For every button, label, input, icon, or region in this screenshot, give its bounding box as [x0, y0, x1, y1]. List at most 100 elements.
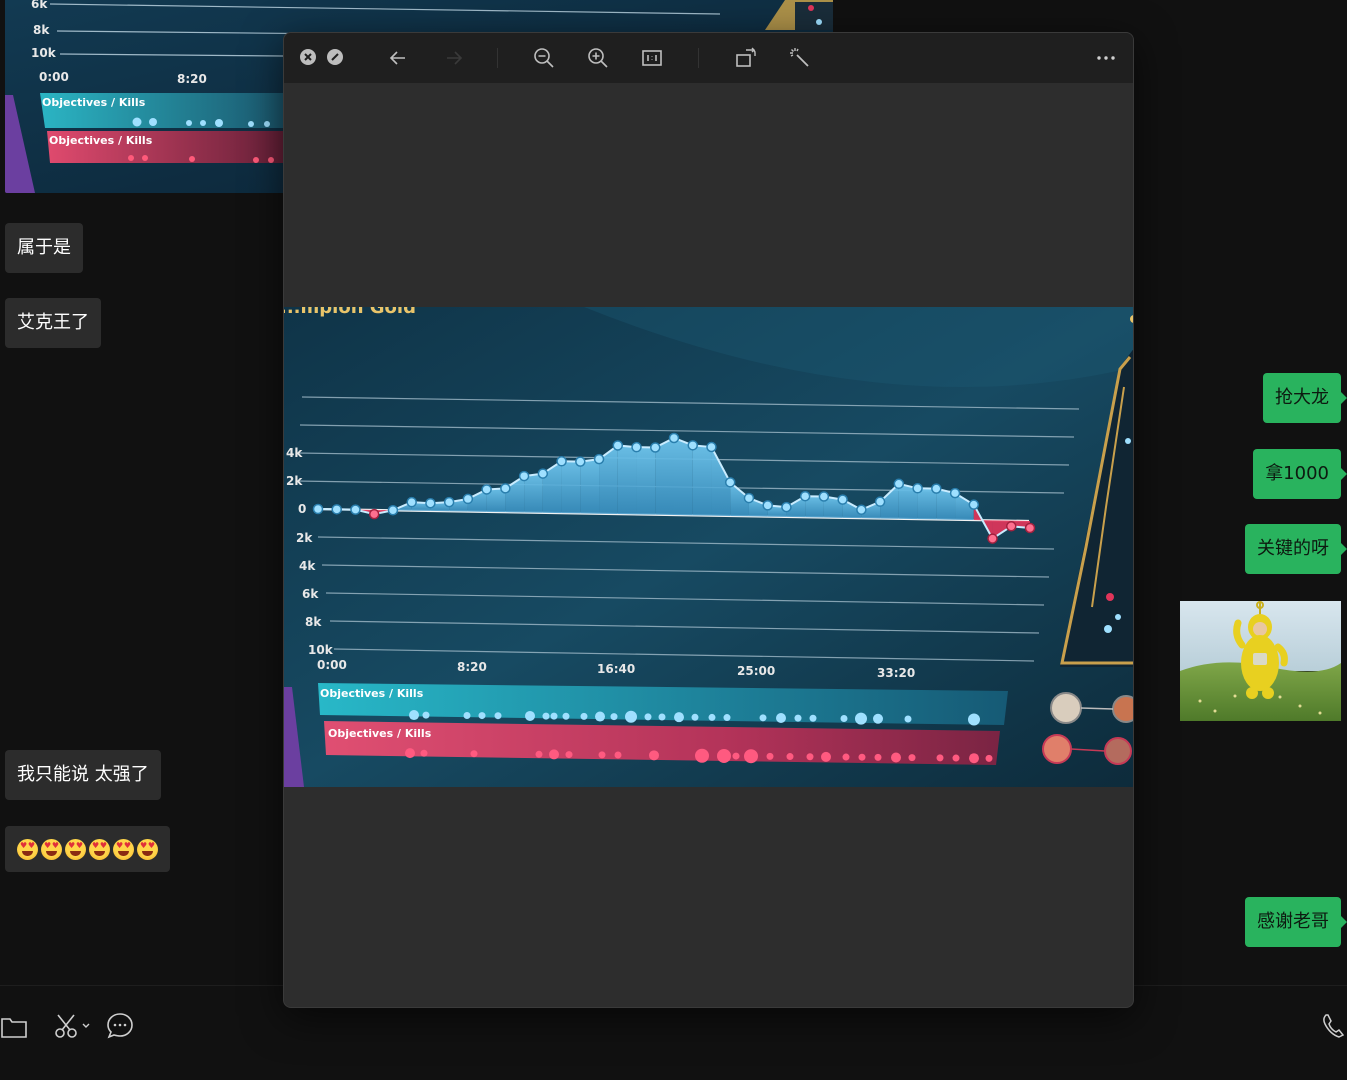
zoom-in-icon[interactable] — [586, 46, 610, 70]
lead-area-segment — [636, 447, 656, 515]
objective-marker — [968, 713, 980, 726]
message-text: 艾克王了 — [17, 312, 89, 333]
message-text: 拿1000 — [1265, 463, 1329, 484]
data-point — [837, 494, 848, 505]
data-point — [968, 499, 980, 510]
data-point — [1006, 521, 1017, 532]
thumb-xtick-1: 0:00 — [39, 70, 69, 84]
close-icon[interactable] — [300, 49, 316, 65]
data-point — [743, 492, 755, 504]
data-point — [612, 440, 624, 451]
kill-marker — [952, 754, 960, 762]
viewer-photo[interactable]: ...mpion Gold 2k 4k 0 2k 4k 6k 8k 10k 0:00 8:20 1… — [284, 307, 1133, 787]
minimize-icon[interactable] — [327, 49, 343, 65]
kill-marker — [405, 748, 415, 759]
chat-bubble-icon[interactable] — [105, 1011, 135, 1041]
star-struck-emoji-icon — [89, 838, 110, 860]
kill-marker — [717, 748, 731, 763]
magic-wand-icon[interactable] — [788, 46, 812, 70]
gold-graph-photo: ...mpion Gold 2k 4k 0 2k 4k 6k 8k 10k 0:00 8:20 1… — [284, 307, 1133, 787]
message-text: 感谢老哥 — [1257, 911, 1329, 932]
arrow-left-icon[interactable] — [386, 46, 410, 70]
data-point — [593, 453, 605, 465]
kill-marker — [565, 751, 573, 759]
message-right-3[interactable]: 关键的呀 — [1245, 524, 1347, 574]
data-point — [706, 441, 717, 453]
kill-marker — [420, 749, 428, 757]
toolbar-divider — [698, 48, 699, 68]
star-struck-emoji-icon — [137, 838, 158, 860]
more-icon[interactable] — [1094, 46, 1118, 70]
data-point — [368, 508, 380, 520]
kill-marker — [936, 754, 944, 762]
objective-marker — [478, 712, 486, 720]
message-left-1[interactable]: 属于是 — [5, 223, 83, 273]
message-right-4[interactable]: 感谢老哥 — [1245, 897, 1347, 947]
objective-marker — [776, 712, 786, 723]
data-point — [781, 501, 792, 513]
objective-marker — [723, 714, 731, 722]
y-tick-label: 2k — [296, 531, 313, 545]
data-point — [518, 470, 530, 482]
objective-marker — [674, 712, 684, 723]
data-point — [912, 483, 923, 494]
data-point — [931, 483, 942, 494]
data-point — [462, 493, 474, 505]
data-point — [893, 478, 905, 490]
data-point — [481, 484, 492, 495]
actual-size-icon[interactable] — [640, 46, 664, 70]
kill-marker — [470, 750, 478, 758]
message-right-1[interactable]: 抢大龙 — [1263, 373, 1347, 423]
data-point — [856, 504, 867, 516]
data-point — [631, 441, 642, 453]
thumb-ytick-1: 6k — [31, 0, 48, 11]
data-point — [724, 477, 736, 488]
objective-marker — [708, 713, 716, 721]
message-text: 抢大龙 — [1275, 387, 1329, 408]
arrow-right-icon[interactable] — [442, 46, 466, 70]
rotate-icon[interactable] — [734, 46, 758, 70]
message-right-2[interactable]: 拿1000 — [1253, 449, 1347, 499]
kill-marker — [842, 753, 850, 761]
star-struck-emoji-icon — [41, 838, 62, 860]
message-text: 属于是 — [17, 237, 71, 258]
objective-marker — [644, 713, 652, 721]
folder-icon[interactable] — [0, 1011, 30, 1041]
star-struck-emoji-icon — [65, 838, 86, 860]
message-left-2[interactable]: 艾克王了 — [5, 298, 101, 348]
kill-marker — [732, 752, 740, 760]
message-left-3[interactable]: 我只能说 太强了 — [5, 750, 161, 800]
data-point — [949, 487, 961, 499]
thumb-ytick-2: 8k — [33, 23, 50, 37]
kill-marker — [874, 753, 882, 761]
kill-marker — [744, 749, 758, 764]
objective-marker — [658, 713, 666, 721]
objective-marker — [625, 710, 637, 723]
data-point — [799, 490, 811, 502]
thumb-xtick-2: 8:20 — [177, 72, 207, 86]
kill-marker — [821, 751, 831, 762]
kill-marker — [985, 754, 993, 762]
data-point — [443, 496, 455, 508]
data-point — [406, 496, 417, 508]
phone-icon[interactable] — [1320, 1011, 1347, 1041]
kill-marker — [786, 753, 794, 761]
data-point — [874, 496, 886, 507]
objective-marker — [550, 712, 558, 720]
data-point — [556, 456, 567, 467]
y-tick-label: 6k — [302, 587, 319, 601]
y-tick-label: 2k — [286, 474, 303, 488]
scissors-icon[interactable] — [52, 1011, 96, 1041]
objective-marker — [840, 714, 848, 722]
objective-marker — [525, 710, 535, 721]
chat-image-teletubby[interactable] — [1180, 601, 1341, 721]
y-tick-label: 4k — [286, 446, 303, 460]
lead-area-segment — [692, 445, 712, 516]
thumb-band-bottom-label: Objectives / Kills — [49, 134, 153, 147]
zoom-out-icon[interactable] — [532, 46, 556, 70]
x-tick-label: 8:20 — [457, 660, 487, 674]
data-point — [1024, 522, 1036, 534]
kill-marker — [891, 752, 901, 763]
message-emoji[interactable] — [5, 826, 170, 872]
lead-area-segment — [561, 461, 581, 514]
